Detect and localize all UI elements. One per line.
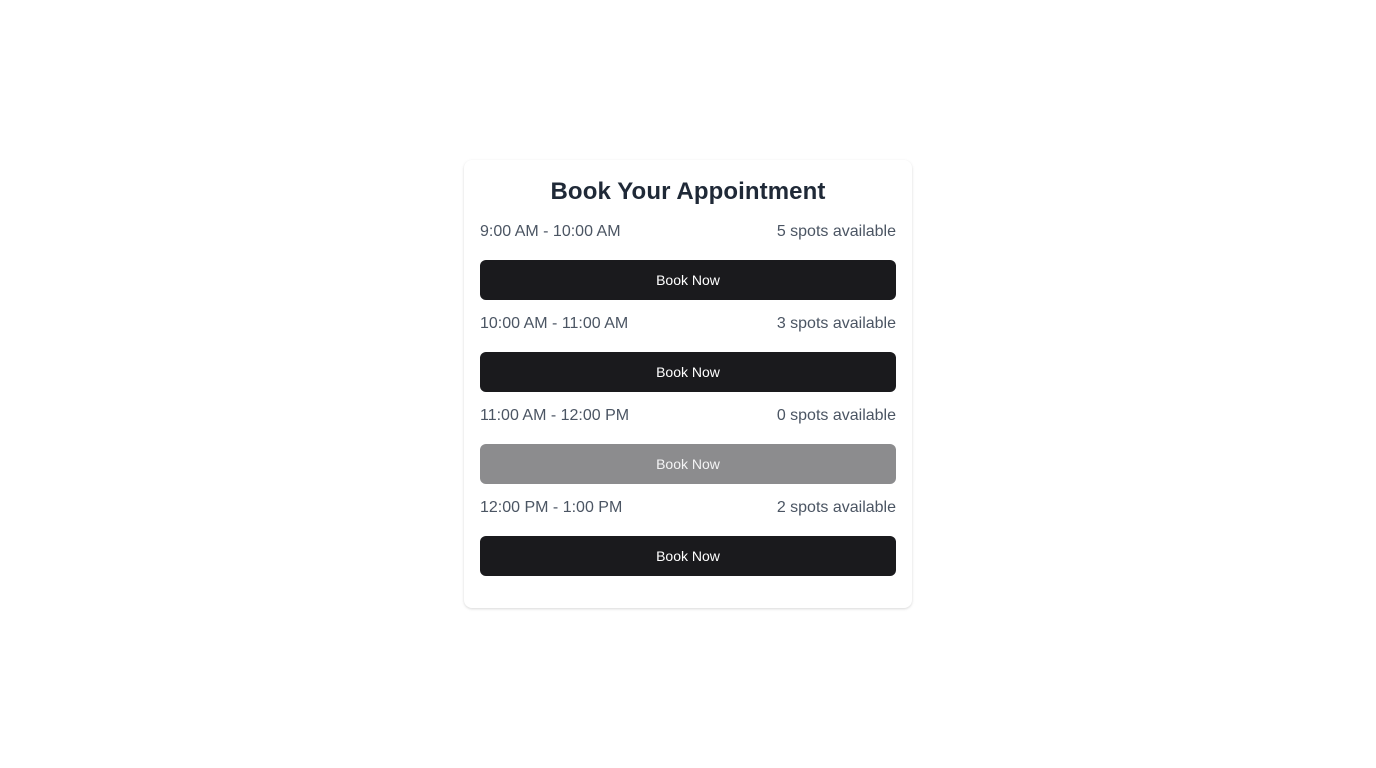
book-now-button[interactable]: Book Now: [480, 352, 896, 392]
slot-availability: 0 spots available: [776, 407, 896, 424]
slot-info-row: 12:00 PM - 1:00 PM 2 spots available: [480, 496, 896, 520]
book-now-button-disabled: Book Now: [480, 444, 896, 484]
time-slot: 12:00 PM - 1:00 PM 2 spots available Boo…: [480, 496, 896, 576]
time-slot: 10:00 AM - 11:00 AM 3 spots available Bo…: [480, 312, 896, 392]
slot-time: 12:00 PM - 1:00 PM: [480, 499, 623, 516]
time-slot: 11:00 AM - 12:00 PM 0 spots available Bo…: [480, 404, 896, 484]
slot-availability: 5 spots available: [776, 223, 896, 240]
slot-time: 9:00 AM - 10:00 AM: [480, 223, 621, 240]
slot-availability: 2 spots available: [776, 499, 896, 516]
book-now-button[interactable]: Book Now: [480, 260, 896, 300]
booking-card: Book Your Appointment 9:00 AM - 10:00 AM…: [464, 160, 912, 608]
slot-availability: 3 spots available: [776, 315, 896, 332]
slot-time: 10:00 AM - 11:00 AM: [480, 315, 629, 332]
page-title: Book Your Appointment: [550, 178, 826, 205]
book-now-button[interactable]: Book Now: [480, 536, 896, 576]
slot-info-row: 9:00 AM - 10:00 AM 5 spots available: [480, 220, 896, 244]
slot-time: 11:00 AM - 12:00 PM: [480, 407, 630, 424]
slot-info-row: 11:00 AM - 12:00 PM 0 spots available: [480, 404, 896, 428]
slot-info-row: 10:00 AM - 11:00 AM 3 spots available: [480, 312, 896, 336]
time-slot: 9:00 AM - 10:00 AM 5 spots available Boo…: [480, 220, 896, 300]
